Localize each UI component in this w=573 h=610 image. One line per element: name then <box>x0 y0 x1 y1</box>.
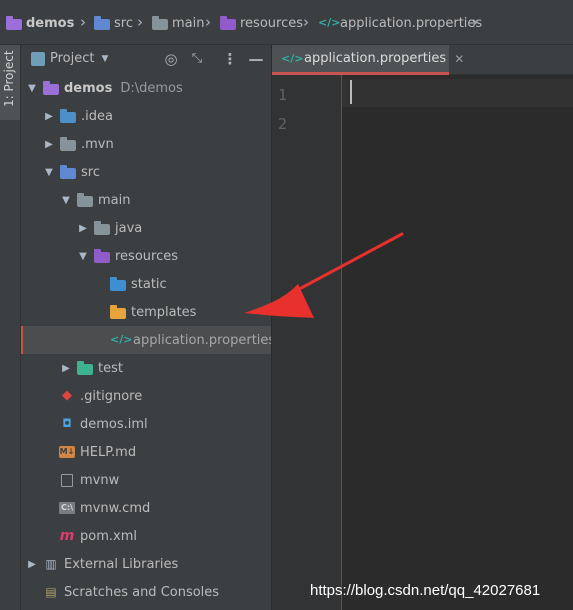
watermark-url: https://blog.csdn.net/qq_42027681 <box>310 582 541 599</box>
annotation-arrow <box>244 232 404 318</box>
